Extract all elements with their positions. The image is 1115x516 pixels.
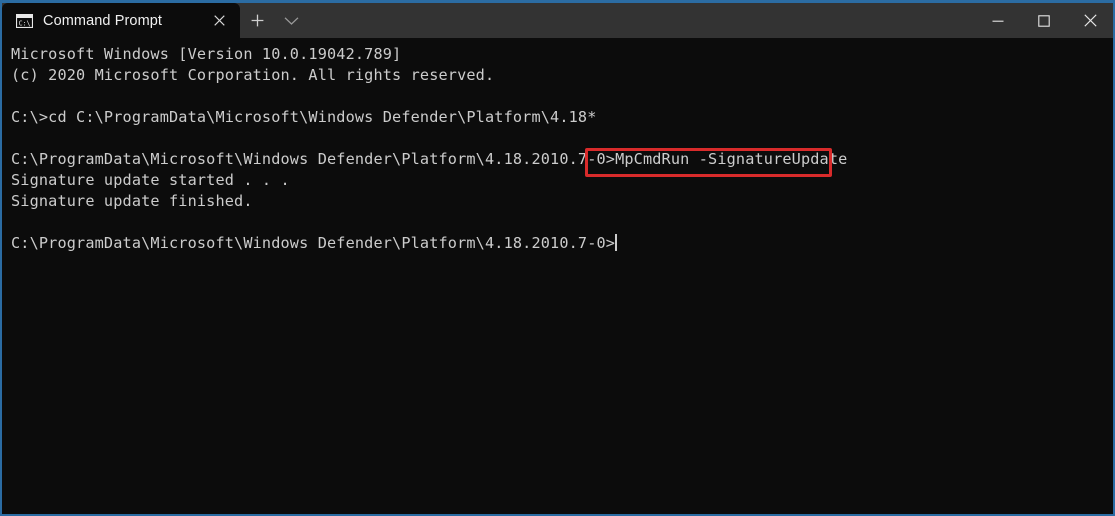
terminal-screen: Microsoft Windows [Version 10.0.19042.78…	[11, 44, 1113, 254]
terminal-line: (c) 2020 Microsoft Corporation. All righ…	[11, 66, 495, 84]
terminal-body[interactable]: Microsoft Windows [Version 10.0.19042.78…	[2, 38, 1113, 514]
tab-command-prompt[interactable]: C:\. Command Prompt	[2, 3, 240, 38]
tab-close-icon[interactable]	[204, 6, 234, 36]
terminal-line: Signature update started . . .	[11, 171, 290, 189]
terminal-line: C:\ProgramData\Microsoft\Windows Defende…	[11, 234, 618, 252]
titlebar-drag-region[interactable]	[308, 3, 975, 38]
chevron-down-icon[interactable]	[274, 3, 308, 38]
minimize-button[interactable]	[975, 3, 1021, 38]
terminal-line: C:\>cd C:\ProgramData\Microsoft\Windows …	[11, 108, 597, 126]
terminal-window: C:\. Command Prompt Microsoft Windows [V…	[0, 0, 1115, 516]
maximize-button[interactable]	[1021, 3, 1067, 38]
text-cursor	[615, 234, 618, 251]
title-bar: C:\. Command Prompt	[2, 3, 1113, 38]
console-icon: C:\.	[15, 13, 34, 28]
terminal-line: Signature update finished.	[11, 192, 253, 210]
terminal-line: Microsoft Windows [Version 10.0.19042.78…	[11, 45, 402, 63]
svg-text:C:\.: C:\.	[19, 19, 33, 27]
tab-title: Command Prompt	[43, 12, 163, 29]
close-button[interactable]	[1067, 3, 1113, 38]
tab-strip: C:\. Command Prompt	[2, 3, 308, 38]
window-controls	[975, 3, 1113, 38]
terminal-line: C:\ProgramData\Microsoft\Windows Defende…	[11, 150, 848, 168]
new-tab-button[interactable]	[240, 3, 274, 38]
